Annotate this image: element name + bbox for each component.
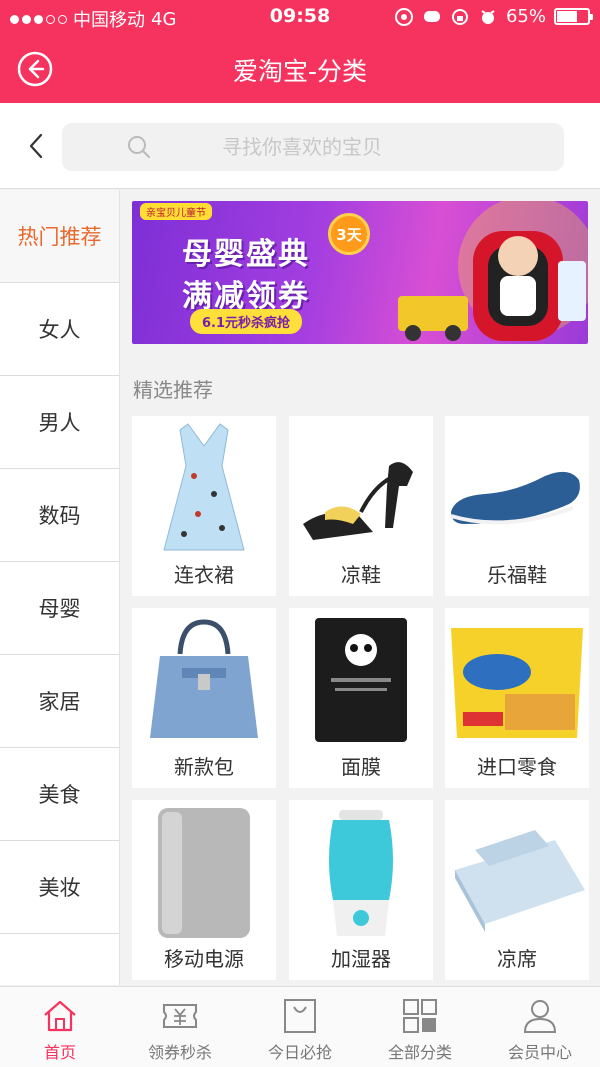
product-card[interactable]: 面膜 [289, 608, 433, 788]
product-label: 加湿器 [331, 947, 391, 971]
tab-label: 会员中心 [507, 1043, 572, 1062]
status-bar: 中国移动 4G 09:58 65% [0, 0, 600, 34]
search-icon [128, 136, 151, 159]
hotspot-icon [394, 7, 413, 26]
battery-icon [554, 8, 593, 25]
coupon-icon [163, 1004, 197, 1028]
tab-today[interactable]: 今日必抢 [240, 987, 360, 1067]
tab-categories[interactable]: 全部分类 [360, 987, 480, 1067]
product-label: 连衣裙 [174, 563, 234, 587]
tab-bar: 首页 领券秒杀 今日必抢 全部分类 会员中心 [0, 986, 600, 1067]
product-card[interactable]: 进口零食 [445, 608, 589, 788]
product-card[interactable]: 新款包 [132, 608, 276, 788]
product-card[interactable]: 连衣裙 [132, 416, 276, 596]
tab-label: 首页 [43, 1043, 76, 1062]
product-label: 进口零食 [477, 755, 557, 779]
search-box[interactable] [62, 123, 564, 171]
tab-home[interactable]: 首页 [0, 987, 120, 1067]
product-card[interactable]: 加湿器 [289, 800, 433, 980]
sidebar-item-beauty[interactable]: 美妆 [0, 841, 119, 934]
product-label: 面膜 [341, 755, 381, 779]
category-sidebar: 热门推荐 女人 男人 数码 母婴 家居 美食 美妆 箱包 [0, 190, 120, 985]
sidebar-item-bags[interactable]: 箱包 [0, 934, 119, 985]
tab-label: 今日必抢 [267, 1043, 332, 1062]
product-label: 凉鞋 [341, 563, 381, 587]
product-card[interactable]: 凉席 [445, 800, 589, 980]
chevron-left-icon[interactable] [22, 131, 52, 161]
snack-icon [451, 628, 583, 738]
loafer-icon [450, 471, 580, 525]
lock-rotation-icon [451, 8, 468, 25]
user-icon [523, 1000, 557, 1033]
grid-icon [403, 999, 437, 1033]
sandal-icon [303, 462, 413, 540]
sidebar-item-hot[interactable]: 热门推荐 [0, 190, 119, 283]
product-label: 乐福鞋 [487, 563, 547, 587]
message-icon [423, 10, 440, 22]
sidebar-item-digital[interactable]: 数码 [0, 469, 119, 562]
section-title: 精选推荐 [133, 378, 213, 402]
dress-icon [163, 423, 245, 551]
search-bar [0, 103, 600, 189]
search-input[interactable] [162, 123, 542, 171]
banner-subline: 6.1元秒杀疯抢 [190, 309, 303, 334]
alarm-icon [481, 9, 495, 24]
banner-headline-1: 母婴盛典 [182, 237, 310, 272]
battery-percent: 65% [505, 6, 546, 27]
page-title: 爱淘宝-分类 [232, 57, 368, 86]
nav-bar: 爱淘宝-分类 [0, 34, 600, 103]
handbag-icon [150, 619, 258, 738]
product-card[interactable]: 乐福鞋 [445, 416, 589, 596]
home-icon [44, 1000, 76, 1032]
power-bank-icon [158, 808, 250, 938]
sidebar-item-women[interactable]: 女人 [0, 283, 119, 376]
product-label: 凉席 [497, 947, 537, 971]
banner-days-badge: 3天 [328, 213, 370, 255]
product-card[interactable]: 移动电源 [132, 800, 276, 980]
banner-tag: 亲宝贝儿童节 [140, 203, 212, 220]
tab-member[interactable]: 会员中心 [480, 987, 600, 1067]
header: 中国移动 4G 09:58 65% 爱淘宝-分类 [0, 0, 600, 103]
face-mask-icon [315, 618, 407, 742]
summer-mat-icon [455, 830, 585, 932]
sidebar-item-men[interactable]: 男人 [0, 376, 119, 469]
promo-banner[interactable]: 亲宝贝儿童节 母婴盛典 满减领券 6.1元秒杀疯抢 3天 [132, 201, 588, 344]
tab-label: 领券秒杀 [147, 1043, 212, 1062]
tab-label: 全部分类 [387, 1043, 452, 1062]
humidifier-icon [329, 810, 393, 936]
baby-car-seat-image [398, 201, 588, 341]
tab-coupons[interactable]: 领券秒杀 [120, 987, 240, 1067]
shopping-bag-icon [284, 999, 316, 1033]
sidebar-item-home[interactable]: 家居 [0, 655, 119, 748]
product-label: 移动电源 [164, 947, 244, 971]
product-card[interactable]: 凉鞋 [289, 416, 433, 596]
product-label: 新款包 [174, 755, 234, 779]
sidebar-item-baby[interactable]: 母婴 [0, 562, 119, 655]
sidebar-item-food[interactable]: 美食 [0, 748, 119, 841]
main-content: 亲宝贝儿童节 母婴盛典 满减领券 6.1元秒杀疯抢 3天 精选推荐 连衣裙 凉鞋… [121, 190, 600, 985]
